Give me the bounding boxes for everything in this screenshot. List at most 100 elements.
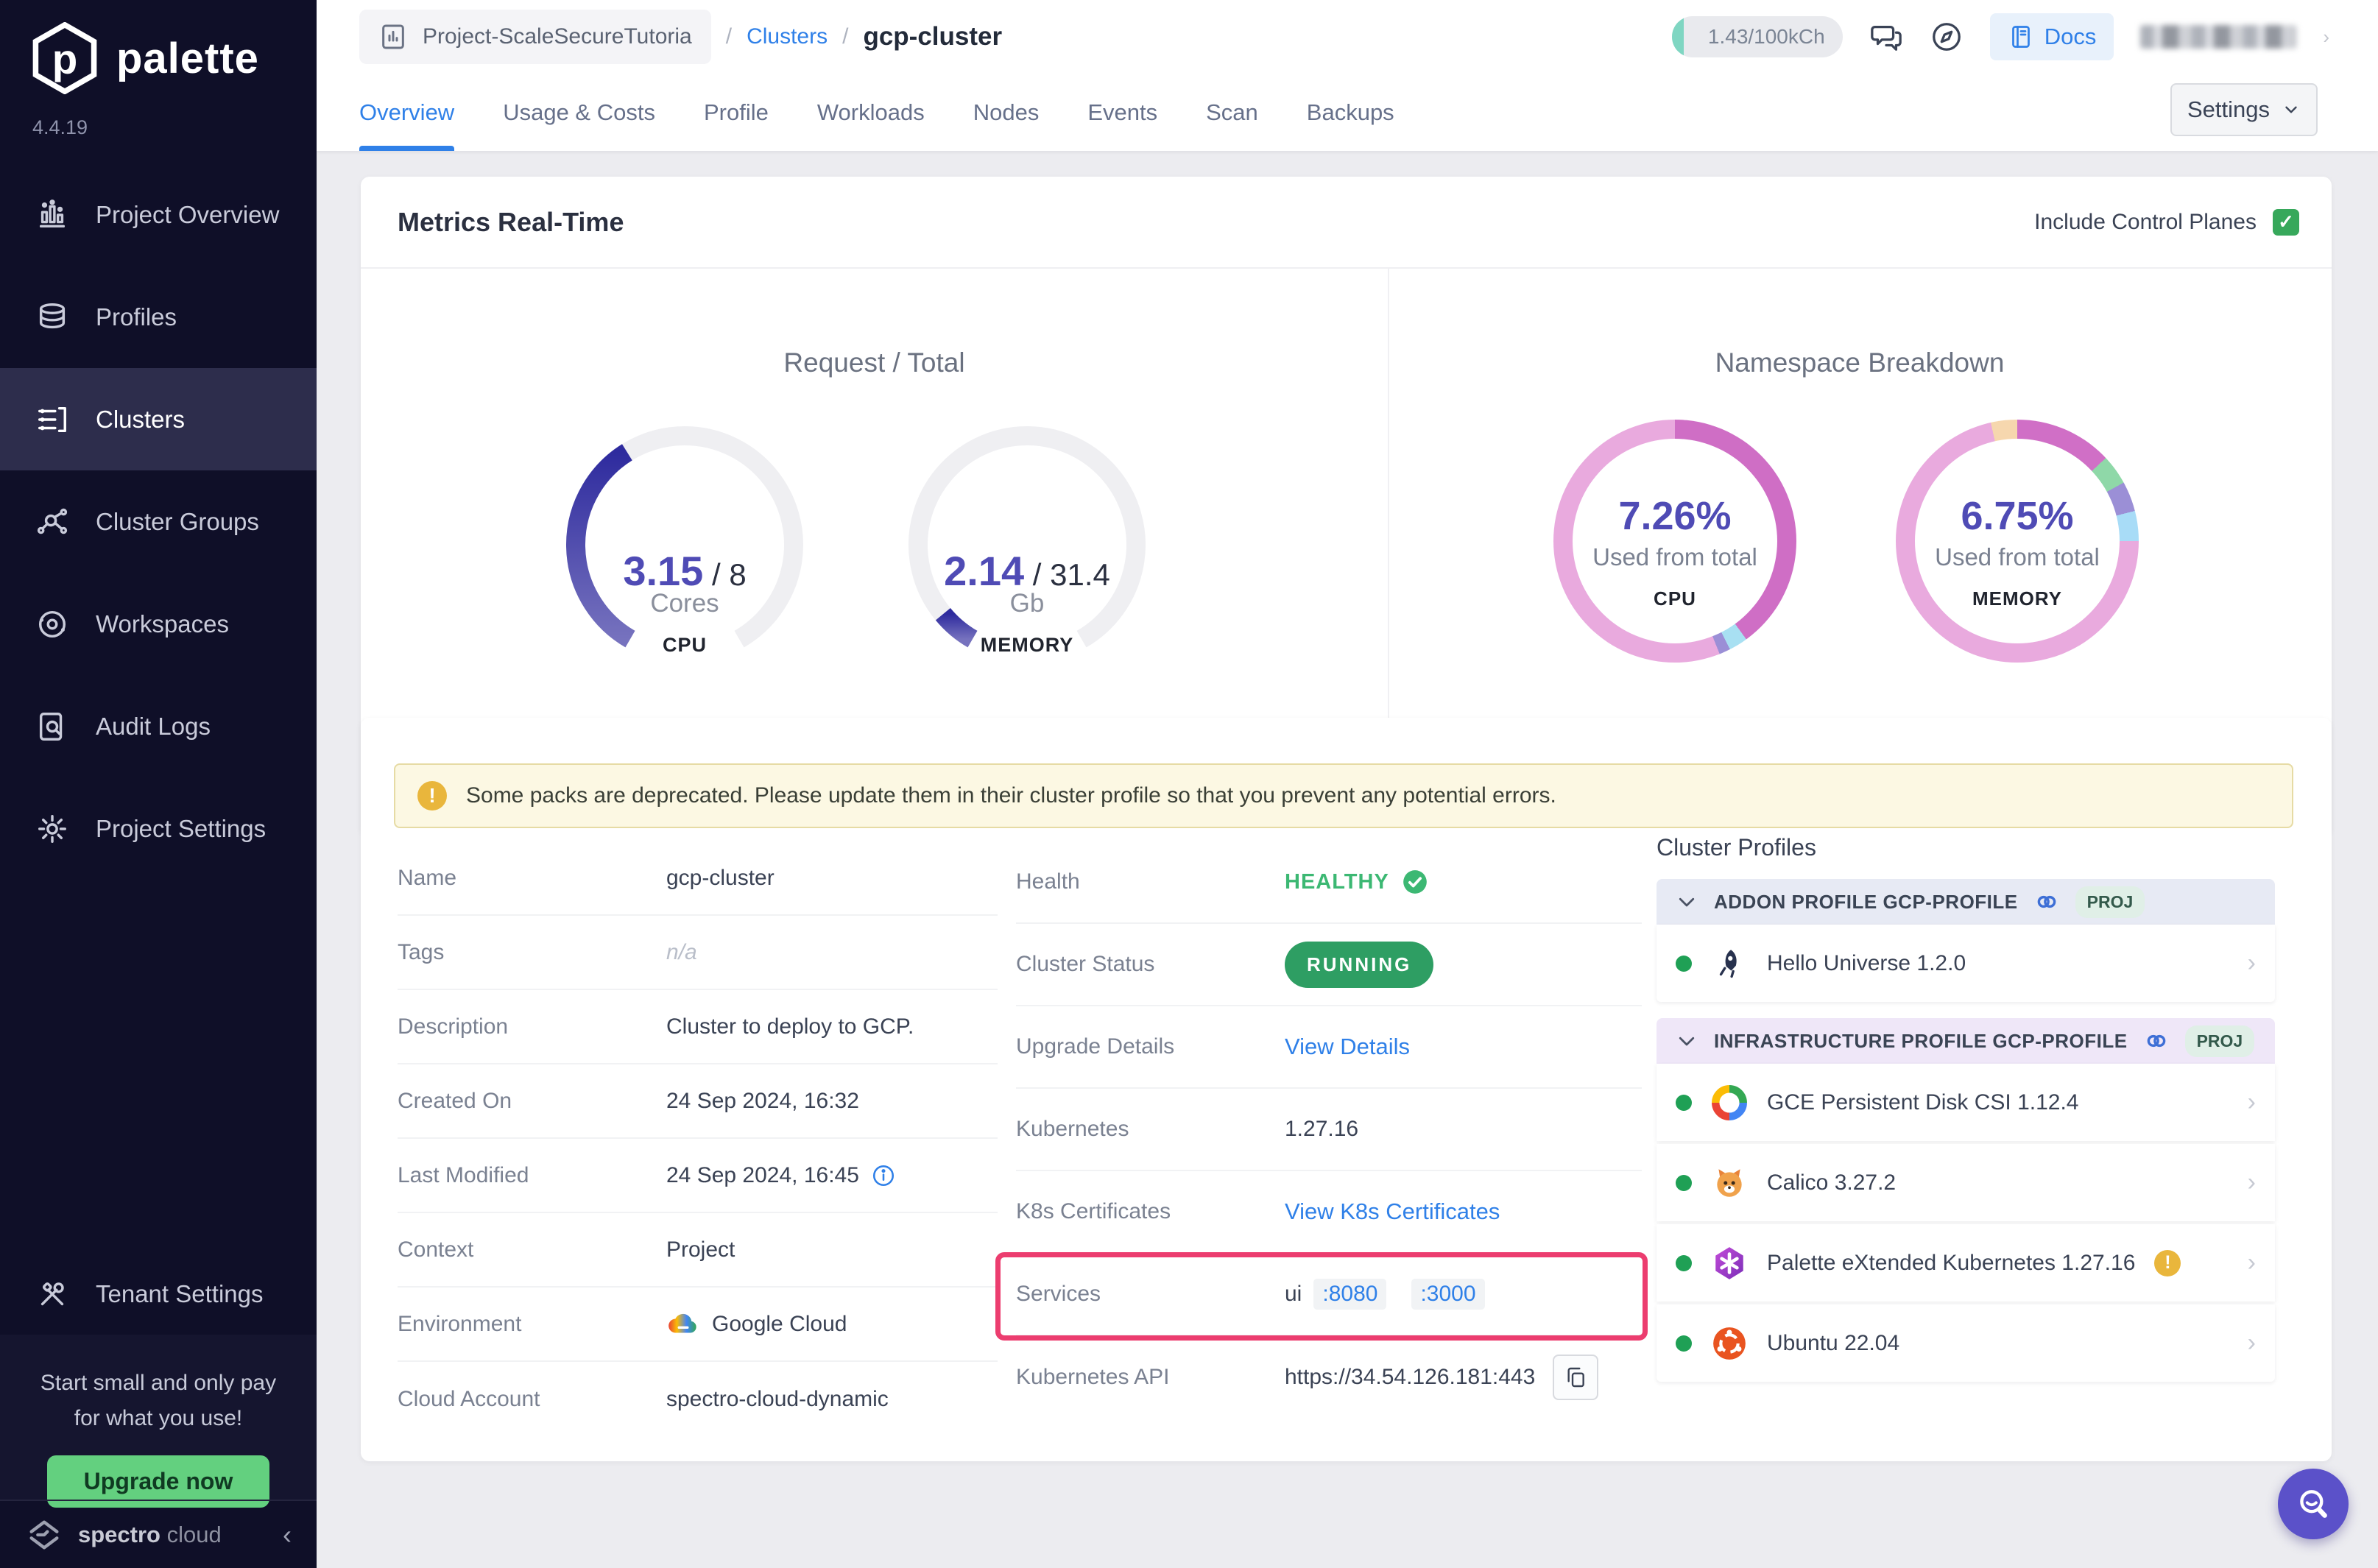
bar-chart-icon [35, 198, 69, 232]
tools-icon [35, 1277, 69, 1311]
cpu-donut-label: CPU [1553, 587, 1796, 610]
chat-button[interactable] [1869, 20, 1903, 54]
project-selector[interactable]: Project-ScaleSecureTutoria [359, 10, 711, 64]
profile-item-hello-universe[interactable]: Hello Universe 1.2.0 › [1657, 925, 2275, 1002]
sidebar-item-audit-logs[interactable]: Audit Logs [0, 675, 317, 777]
warning-icon: ! [417, 781, 447, 811]
detail-value: Cluster to deploy to GCP. [666, 1014, 914, 1039]
namespace-breakdown-title: Namespace Breakdown [1388, 347, 2332, 378]
status-label: Health [1016, 869, 1285, 894]
project-chart-icon [378, 22, 408, 52]
detail-label: Environment [398, 1312, 666, 1337]
ubuntu-icon [1711, 1325, 1748, 1362]
layers-icon [35, 300, 69, 334]
detail-label: Name [398, 866, 666, 891]
compass-icon [1930, 20, 1964, 54]
brand-bold: spectro [78, 1522, 160, 1547]
copy-api-url-button[interactable] [1553, 1355, 1598, 1400]
service-name: ui [1285, 1282, 1302, 1307]
sidebar-item-label: Tenant Settings [96, 1280, 264, 1308]
view-k8s-certificates-link[interactable]: View K8s Certificates [1285, 1198, 1500, 1225]
app-logo[interactable]: p palette [31, 22, 259, 94]
chevron-right-icon: › [2248, 949, 2256, 978]
copy-icon [1564, 1366, 1587, 1389]
settings-dropdown-button[interactable]: Settings [2170, 83, 2318, 136]
calico-icon [1711, 1165, 1748, 1201]
user-chevron-icon[interactable]: › [2323, 26, 2329, 49]
cpu-donut-caption: Used from total [1553, 543, 1796, 571]
addon-profile-header[interactable]: ADDON PROFILE GCP-PROFILE PROJ [1657, 879, 2275, 925]
profile-item-name: Hello Universe 1.2.0 [1767, 951, 1966, 976]
sidebar-item-project-settings[interactable]: Project Settings [0, 777, 317, 880]
running-status-badge: RUNNING [1285, 942, 1433, 988]
chevron-right-icon: › [2248, 1168, 2256, 1197]
book-icon [2008, 24, 2034, 50]
page-title: gcp-cluster [863, 22, 1002, 52]
sidebar-item-label: Cluster Groups [96, 508, 259, 536]
detail-label: Description [398, 1014, 666, 1039]
sidebar-item-project-overview[interactable]: Project Overview [0, 163, 317, 266]
memory-donut-label: MEMORY [1896, 587, 2139, 610]
cluster-profiles-panel: Cluster Profiles ADDON PROFILE GCP-PROFI… [1657, 834, 2275, 1398]
status-row-k8s-certificates: K8s Certificates View K8s Certificates [1016, 1171, 1642, 1254]
detail-label: Last Modified [398, 1163, 666, 1188]
tab-scan[interactable]: Scan [1206, 74, 1258, 151]
donut-hole [1915, 439, 2120, 643]
user-menu[interactable] [2140, 25, 2296, 49]
detail-row-created-on: Created On 24 Sep 2024, 16:32 [398, 1064, 998, 1139]
cluster-details-column: Name gcp-cluster Tags n/a Description Cl… [398, 841, 998, 1436]
tab-nodes[interactable]: Nodes [973, 74, 1040, 151]
docs-button[interactable]: Docs [1990, 13, 2114, 60]
sidebar-item-cluster-groups[interactable]: Cluster Groups [0, 470, 317, 573]
breadcrumb: Project-ScaleSecureTutoria / Clusters / … [359, 9, 1002, 65]
profile-item-gce-disk[interactable]: GCE Persistent Disk CSI 1.12.4 › [1657, 1064, 2275, 1141]
link-icon [2034, 889, 2059, 914]
docs-label: Docs [2044, 24, 2097, 50]
cluster-profiles-title: Cluster Profiles [1657, 834, 2275, 861]
infrastructure-profile-header[interactable]: INFRASTRUCTURE PROFILE GCP-PROFILE PROJ [1657, 1018, 2275, 1064]
detail-row-cloud-account: Cloud Account spectro-cloud-dynamic [398, 1362, 998, 1436]
link-icon [2144, 1028, 2169, 1053]
status-label: Cluster Status [1016, 952, 1285, 977]
cpu-namespace-donut: 7.26% Used from total CPU [1553, 420, 1796, 663]
tab-profile[interactable]: Profile [704, 74, 769, 151]
sidebar-nav: Project Overview Profiles Clusters Clust… [0, 163, 317, 880]
breadcrumb-clusters-link[interactable]: Clusters [747, 24, 828, 49]
detail-value: n/a [666, 940, 697, 965]
include-control-planes-checkbox[interactable]: ✓ [2273, 209, 2299, 236]
search-assistant-fab[interactable] [2278, 1469, 2349, 1539]
status-row-kubernetes-api: Kubernetes API https://34.54.126.181:443 [1016, 1336, 1642, 1419]
audit-log-icon [35, 710, 69, 744]
google-cloud-icon [666, 1310, 700, 1338]
breadcrumb-separator: / [726, 24, 732, 49]
tab-events[interactable]: Events [1087, 74, 1157, 151]
sidebar-item-label: Project Overview [96, 201, 279, 229]
info-icon[interactable] [871, 1163, 896, 1188]
sidebar-item-tenant-settings[interactable]: Tenant Settings [0, 1243, 317, 1345]
service-port-8080-link[interactable]: :8080 [1313, 1279, 1386, 1310]
view-details-link[interactable]: View Details [1285, 1034, 1410, 1060]
cpu-donut-percent: 7.26% [1553, 493, 1796, 539]
cpu-gauge: 3.15 / 8 Cores CPU [563, 438, 806, 681]
explore-button[interactable] [1930, 20, 1964, 54]
sidebar-item-clusters[interactable]: Clusters [0, 368, 317, 470]
detail-value: 24 Sep 2024, 16:32 [666, 1089, 859, 1114]
project-scope-badge: PROJ [2185, 1025, 2255, 1057]
sidebar-collapse-icon[interactable]: ‹ [283, 1519, 292, 1550]
profile-item-ubuntu[interactable]: Ubuntu 22.04 › [1657, 1304, 2275, 1382]
tab-workloads[interactable]: Workloads [817, 74, 925, 151]
profile-item-pxk[interactable]: Palette eXtended Kubernetes 1.27.16 ! › [1657, 1224, 2275, 1302]
tab-overview[interactable]: Overview [359, 74, 454, 151]
profile-item-calico[interactable]: Calico 3.27.2 › [1657, 1144, 2275, 1221]
clusters-icon [35, 403, 69, 437]
service-port-3000-link[interactable]: :3000 [1411, 1279, 1484, 1310]
sidebar-item-profiles[interactable]: Profiles [0, 266, 317, 368]
detail-row-environment: Environment Google Cloud [398, 1288, 998, 1362]
magnifier-smile-icon [2294, 1485, 2332, 1523]
sidebar-item-label: Audit Logs [96, 713, 211, 741]
deprecated-packs-warning: ! Some packs are deprecated. Please upda… [394, 763, 2293, 828]
sidebar-item-workspaces[interactable]: Workspaces [0, 573, 317, 675]
tab-backups[interactable]: Backups [1307, 74, 1394, 151]
cpu-gauge-label: CPU [563, 634, 806, 657]
tab-usage-costs[interactable]: Usage & Costs [503, 74, 655, 151]
